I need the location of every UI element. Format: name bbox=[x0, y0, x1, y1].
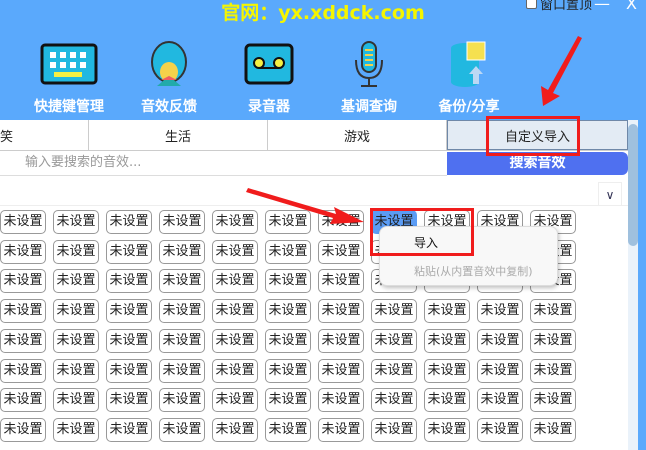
arrow-icon bbox=[541, 36, 582, 106]
annotation-arrows bbox=[246, 36, 582, 224]
arrow-icon bbox=[246, 188, 364, 224]
